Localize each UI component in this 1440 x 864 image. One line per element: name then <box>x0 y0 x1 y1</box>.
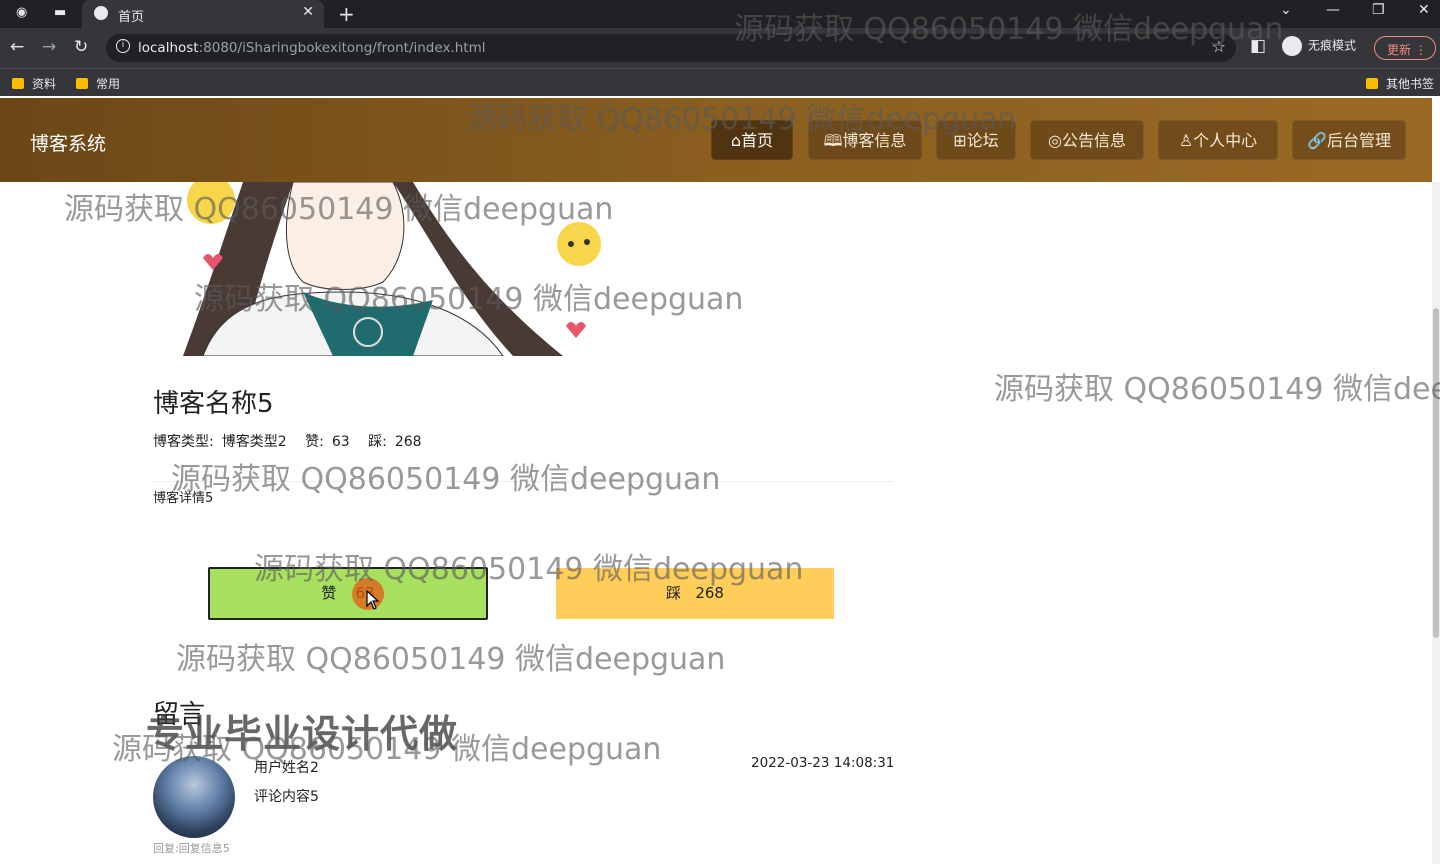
dislike-value: 268 <box>394 434 422 450</box>
avatar <box>153 756 235 838</box>
reload-icon[interactable]: ↻ <box>74 37 88 57</box>
blog-type-value: 博客类型2 <box>221 434 287 450</box>
tab-favicon-icon <box>94 6 108 20</box>
site-info-icon[interactable]: i <box>116 39 130 53</box>
other-bookmarks[interactable]: 其他书签 <box>1366 75 1434 92</box>
tab-close-icon[interactable]: ✕ <box>302 4 314 20</box>
minimize-icon[interactable]: — <box>1326 2 1340 18</box>
watermark-text: 源码获取 QQ86050149 微信deepguan <box>176 642 726 677</box>
folder-icon <box>1366 78 1378 89</box>
forward-icon[interactable]: → <box>42 37 56 57</box>
watermark-text: 源码获取 QQ86050149 微信dee <box>994 372 1440 407</box>
comment-content: 评论内容5 <box>254 789 319 805</box>
watermark-text: 源码获取 QQ86050149 微信deepguan <box>194 282 744 317</box>
close-window-icon[interactable]: ✕ <box>1418 2 1430 18</box>
blog-title: 博客名称5 <box>153 389 274 419</box>
bookmarks-bar: 资料 常用 其他书签 <box>0 68 1440 96</box>
nav-admin[interactable]: 🔗后台管理 <box>1292 120 1406 160</box>
folder-icon <box>12 78 24 89</box>
update-button[interactable]: 更新 ⋮ <box>1374 36 1436 60</box>
bookmark-folder-资料[interactable]: 资料 <box>12 75 56 92</box>
like-label: 赞: <box>305 434 324 450</box>
browser-tab[interactable]: 首页 ✕ <box>82 0 324 28</box>
watermark-text: 源码获取 QQ86050149 微信deepguan <box>112 732 662 767</box>
watermark-text: 源码获取 QQ86050149 微信deepguan <box>254 552 804 587</box>
tab-title: 首页 <box>118 10 145 25</box>
nav-personal-center[interactable]: ♙个人中心 <box>1158 120 1278 160</box>
blog-type-label: 博客类型: <box>153 434 214 450</box>
nav-announcements[interactable]: ◎公告信息 <box>1030 120 1144 160</box>
watermark-text: 源码获取 QQ86050149 微信deepguan <box>734 12 1284 47</box>
watermark-text: 源码获取 QQ86050149 微信deepguan <box>64 192 614 227</box>
back-icon[interactable]: ← <box>10 37 24 57</box>
url-text: localhost:8080/iSharingbokexitong/front/… <box>138 40 486 56</box>
folder-icon <box>76 78 88 89</box>
watermark-text: 源码获取 QQ86050149 微信deepguan <box>171 462 721 497</box>
like-value: 63 <box>331 434 350 450</box>
site-brand[interactable]: 博客系统 <box>30 129 106 156</box>
scrollbar-thumb[interactable] <box>1433 308 1439 638</box>
dislike-label: 踩: <box>368 434 387 450</box>
watermark-text: 源码获取 QQ86050149 微信deepguan <box>467 102 1017 137</box>
new-tab-icon[interactable]: + <box>338 2 355 26</box>
restore-icon[interactable]: ❐ <box>1372 2 1385 18</box>
blog-meta: 博客类型: 博客类型2 赞: 63 踩: 268 <box>153 431 436 451</box>
incognito-label: 无痕模式 <box>1308 38 1357 53</box>
tab-search-icon[interactable]: ▬ <box>54 5 66 20</box>
comment-date: 2022-03-23 14:08:31 <box>751 755 895 771</box>
incognito-icon <box>1282 36 1302 56</box>
comment-reply: 回复:回复信息5 <box>153 842 230 855</box>
incognito-indicator[interactable]: 无痕模式 <box>1282 36 1356 56</box>
globe-icon[interactable]: ◉ <box>16 5 27 20</box>
bookmark-folder-常用[interactable]: 常用 <box>76 75 120 92</box>
mouse-cursor-icon <box>366 590 380 610</box>
